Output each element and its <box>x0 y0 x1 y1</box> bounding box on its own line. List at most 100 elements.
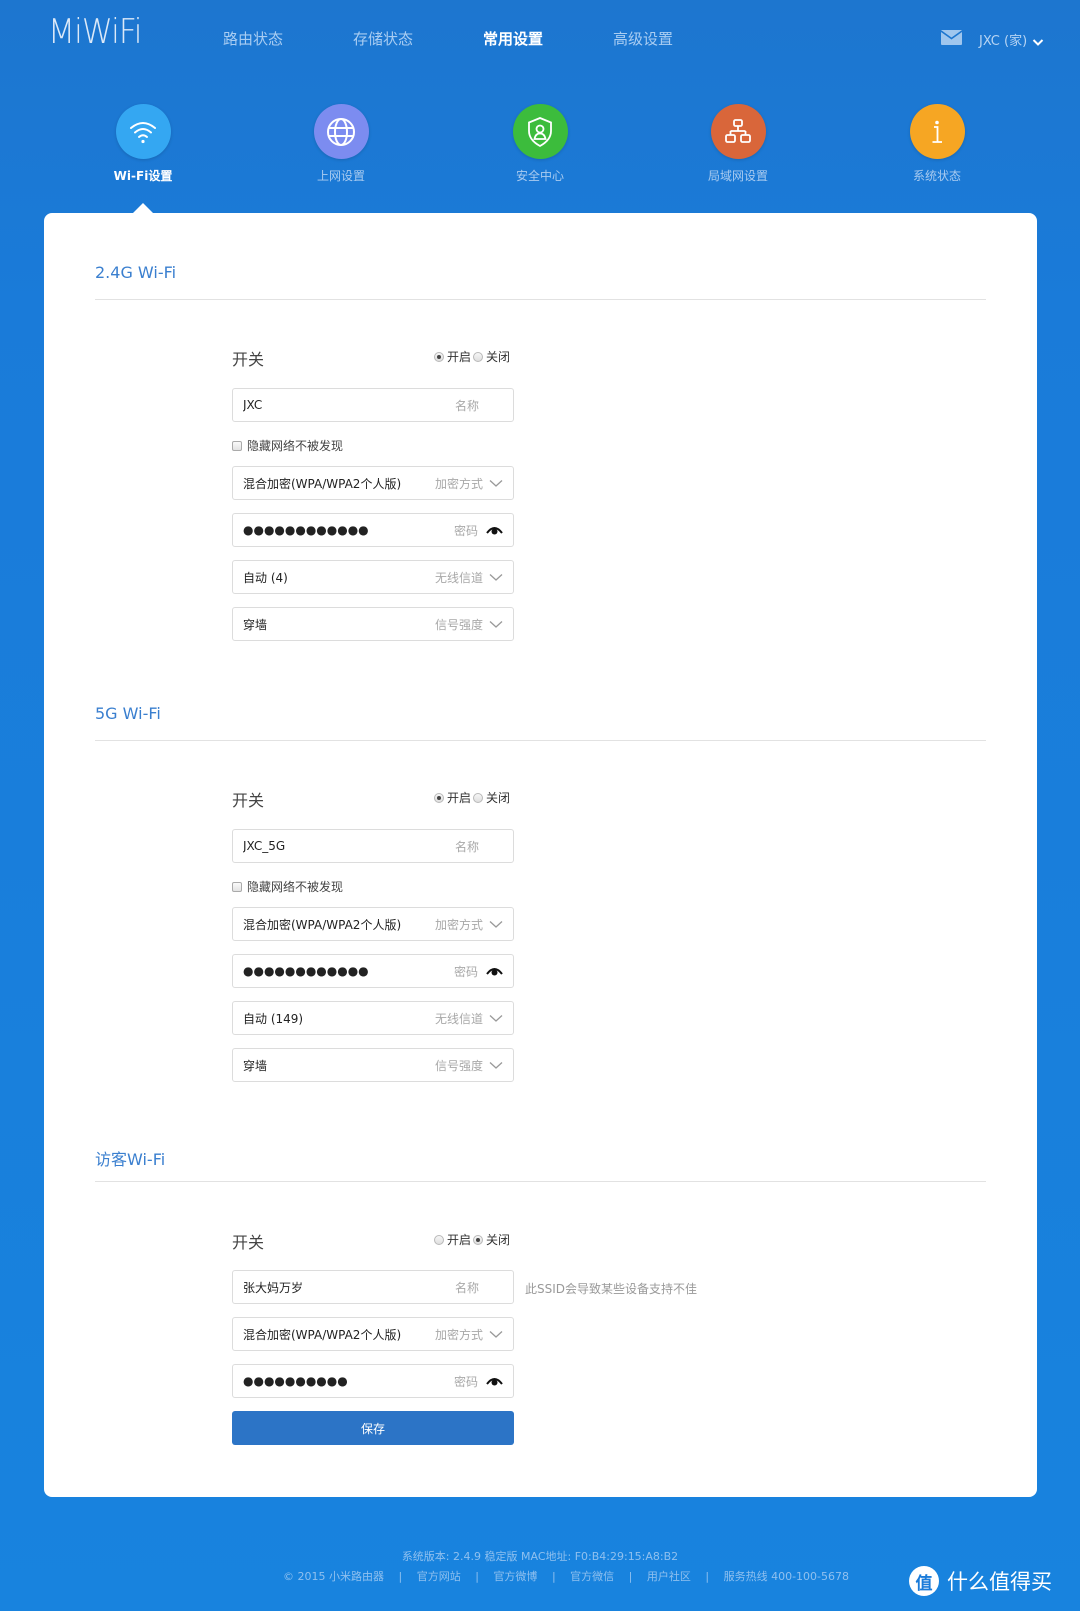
footer-link-weibo[interactable]: 官方微博 <box>493 1570 537 1583</box>
ssid-warning-note: 此SSID会导致某些设备支持不佳 <box>525 1282 698 1296</box>
radio-on[interactable] <box>434 792 444 803</box>
smzdm-watermark: 值 什么值得买 <box>909 1566 1052 1596</box>
watermark-logo-icon: 值 <box>909 1566 939 1596</box>
encryption-value: 混合加密(WPA/WPA2个人版) <box>243 1327 402 1342</box>
info-icon <box>909 104 965 159</box>
category-wifi-settings[interactable]: Wi-Fi设置 <box>83 104 203 184</box>
ssid-hint: 名称 <box>454 1280 479 1295</box>
hide-network-label: 隐藏网络不被发现 <box>247 439 344 453</box>
radio-on-label[interactable]: 开启 <box>447 348 471 365</box>
encryption-hint: 加密方式 <box>434 476 483 491</box>
switch-label: 开关 <box>232 1233 265 1252</box>
channel-value: 自动 (4) <box>243 570 288 585</box>
password-value: ●●●●●●●●●● <box>243 1374 348 1388</box>
encryption-select-guest[interactable]: 混合加密(WPA/WPA2个人版) 加密方式 <box>232 1317 514 1351</box>
password-hint: 密码 <box>453 964 478 979</box>
encryption-hint: 加密方式 <box>434 1327 483 1342</box>
password-value: ●●●●●●●●●●●● <box>243 964 369 978</box>
shield-user-icon <box>512 104 568 159</box>
watermark-text: 什么值得买 <box>947 1570 1052 1594</box>
category-label: 局域网设置 <box>707 169 768 183</box>
category-label: 系统状态 <box>912 169 961 183</box>
hide-network-label: 隐藏网络不被发现 <box>247 880 344 894</box>
category-internet-settings[interactable]: 上网设置 <box>281 104 401 184</box>
miwifi-logo[interactable]: MiWiFi <box>48 12 142 52</box>
strength-select-2g[interactable]: 穿墙 信号强度 <box>232 607 514 641</box>
nav-router-status[interactable]: 路由状态 <box>223 28 283 49</box>
radio-on-label[interactable]: 开启 <box>447 789 471 806</box>
section-title-guest: 访客Wi-Fi <box>95 1150 166 1169</box>
copyright: © 2015 小米路由器 <box>283 1570 384 1583</box>
channel-select-2g[interactable]: 自动 (4) 无线信道 <box>232 560 514 594</box>
strength-hint: 信号强度 <box>434 1058 483 1073</box>
category-lan-settings[interactable]: 局域网设置 <box>678 104 798 184</box>
password-input-guest[interactable]: ●●●●●●●●●● 密码 <box>232 1364 514 1398</box>
radio-off[interactable] <box>473 351 484 362</box>
switch-radio-group-guest: 开启 关闭 <box>434 1231 512 1248</box>
separator: | <box>705 1570 710 1583</box>
channel-value: 自动 (149) <box>243 1011 304 1026</box>
ssid-input-2g[interactable]: JXC 名称 <box>232 388 514 422</box>
chevron-down-icon <box>489 480 503 487</box>
separator: | <box>398 1570 403 1583</box>
footer-link-official-site[interactable]: 官方网站 <box>417 1570 461 1583</box>
channel-hint: 无线信道 <box>434 1011 483 1026</box>
radio-off-label[interactable]: 关闭 <box>486 789 510 806</box>
radio-off[interactable] <box>473 792 484 803</box>
hide-network-checkbox-2g[interactable]: 隐藏网络不被发现 <box>232 437 343 454</box>
encryption-value: 混合加密(WPA/WPA2个人版) <box>243 476 402 491</box>
category-security-center[interactable]: 安全中心 <box>480 104 600 184</box>
channel-hint: 无线信道 <box>434 570 483 585</box>
globe-icon <box>313 104 369 159</box>
encryption-select-2g[interactable]: 混合加密(WPA/WPA2个人版) 加密方式 <box>232 466 514 500</box>
nav-advanced-settings[interactable]: 高级设置 <box>613 28 673 49</box>
checkbox[interactable] <box>232 881 242 892</box>
category-system-status[interactable]: 系统状态 <box>877 104 997 184</box>
nav-storage-status[interactable]: 存储状态 <box>353 28 413 49</box>
switch-label: 开关 <box>232 350 265 369</box>
encryption-select-5g[interactable]: 混合加密(WPA/WPA2个人版) 加密方式 <box>232 907 514 941</box>
save-button[interactable]: 保存 <box>232 1411 514 1445</box>
category-label: Wi-Fi设置 <box>113 169 173 183</box>
chevron-down-icon <box>489 1062 503 1069</box>
service-hotline: 服务热线 400-100-5678 <box>723 1570 850 1583</box>
user-menu[interactable]: JXC (家) <box>979 30 1044 49</box>
radio-off-label[interactable]: 关闭 <box>486 348 510 365</box>
mail-icon[interactable] <box>941 30 962 45</box>
password-input-5g[interactable]: ●●●●●●●●●●●● 密码 <box>232 954 514 988</box>
eye-icon[interactable] <box>486 1376 503 1387</box>
radio-off-label[interactable]: 关闭 <box>486 1231 510 1248</box>
category-label: 上网设置 <box>316 169 365 183</box>
radio-on[interactable] <box>434 1234 444 1245</box>
section-title-5g: 5G Wi-Fi <box>95 704 161 723</box>
eye-icon[interactable] <box>486 525 503 536</box>
ssid-input-5g[interactable]: JXC_5G 名称 <box>232 829 514 863</box>
ssid-input-guest[interactable]: 张大妈万岁 名称 <box>232 1270 514 1304</box>
chevron-down-icon <box>489 1331 503 1338</box>
eye-icon[interactable] <box>486 966 503 977</box>
encryption-hint: 加密方式 <box>434 917 483 932</box>
nav-common-settings[interactable]: 常用设置 <box>483 28 543 49</box>
strength-select-5g[interactable]: 穿墙 信号强度 <box>232 1048 514 1082</box>
section-divider <box>95 1181 986 1182</box>
encryption-value: 混合加密(WPA/WPA2个人版) <box>243 917 402 932</box>
user-name: JXC (家) <box>979 34 1028 49</box>
radio-on[interactable] <box>434 351 444 362</box>
footer-link-community[interactable]: 用户社区 <box>647 1570 691 1583</box>
radio-on-label[interactable]: 开启 <box>447 1231 471 1248</box>
radio-off[interactable] <box>473 1234 484 1245</box>
checkbox[interactable] <box>232 440 242 451</box>
category-label: 安全中心 <box>515 169 564 183</box>
hide-network-checkbox-5g[interactable]: 隐藏网络不被发现 <box>232 878 343 895</box>
password-input-2g[interactable]: ●●●●●●●●●●●● 密码 <box>232 513 514 547</box>
ssid-value: JXC_5G <box>243 839 286 853</box>
section-divider <box>95 299 986 300</box>
switch-label: 开关 <box>232 791 265 810</box>
switch-radio-group-2g: 开启 关闭 <box>434 348 512 365</box>
channel-select-5g[interactable]: 自动 (149) 无线信道 <box>232 1001 514 1035</box>
separator: | <box>551 1570 556 1583</box>
settings-card: 2.4G Wi-Fi 开关 开启 关闭 JXC 名称 隐藏网络不被发现 混合加密… <box>44 213 1037 1497</box>
footer-link-wechat[interactable]: 官方微信 <box>570 1570 614 1583</box>
chevron-down-icon <box>489 574 503 581</box>
ssid-hint: 名称 <box>454 398 479 413</box>
